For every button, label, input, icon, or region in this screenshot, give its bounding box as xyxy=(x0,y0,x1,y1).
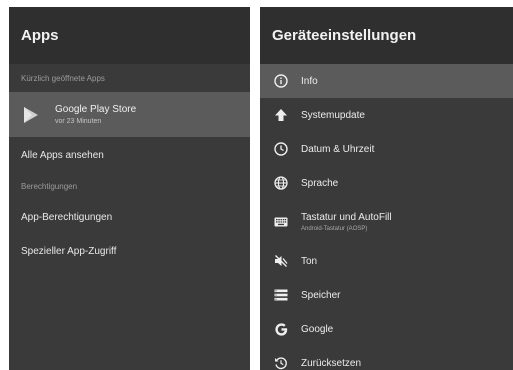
clock-icon xyxy=(272,140,290,158)
globe-icon xyxy=(272,174,290,192)
app-permissions-item[interactable]: App-Berechtigungen xyxy=(9,200,250,234)
recent-app-play-store[interactable]: Google Play Store vor 23 Minuten xyxy=(9,92,250,137)
arrow-up-icon xyxy=(272,106,290,124)
settings-item-sound[interactable]: Ton xyxy=(260,244,513,278)
recent-app-name: Google Play Store xyxy=(55,104,137,115)
settings-item-storage[interactable]: Speicher xyxy=(260,278,513,312)
apps-panel-title: Apps xyxy=(9,7,250,64)
recent-apps-section-label: Kürzlich geöffnete Apps xyxy=(21,73,105,83)
settings-item-label: Speicher xyxy=(301,289,341,301)
google-icon xyxy=(272,320,290,338)
keyboard-icon xyxy=(272,213,290,231)
reset-icon xyxy=(272,354,290,370)
volume-muted-icon xyxy=(272,252,290,270)
settings-item-label: Zurücksetzen xyxy=(301,357,362,369)
settings-item-language[interactable]: Sprache xyxy=(260,166,513,200)
apps-panel: Apps Kürzlich geöffnete Apps Google Play… xyxy=(9,7,250,370)
permissions-section-label: Berechtigungen xyxy=(21,181,78,191)
settings-item-subtitle: Android-Tastatur (AOSP) xyxy=(301,226,368,232)
settings-item-label: Ton xyxy=(301,255,318,267)
recent-app-time: vor 23 Minuten xyxy=(55,118,102,125)
settings-item-info[interactable]: Info xyxy=(260,64,513,98)
settings-item-keyboard[interactable]: Tastatur und AutoFill Android-Tastatur (… xyxy=(260,200,513,244)
settings-item-label: Info xyxy=(301,75,318,87)
settings-item-label: Datum & Uhrzeit xyxy=(301,143,375,155)
settings-item-label: Sprache xyxy=(301,177,339,189)
settings-item-date-time[interactable]: Datum & Uhrzeit xyxy=(260,132,513,166)
play-store-icon xyxy=(23,106,51,124)
settings-item-label: Tastatur und AutoFill xyxy=(301,212,392,223)
settings-item-system-update[interactable]: Systemupdate xyxy=(260,98,513,132)
see-all-apps[interactable]: Alle Apps ansehen xyxy=(9,138,250,172)
info-icon xyxy=(272,72,290,90)
settings-item-google[interactable]: Google xyxy=(260,312,513,346)
special-app-access-item[interactable]: Spezieller App-Zugriff xyxy=(9,234,250,268)
settings-item-label: Systemupdate xyxy=(301,109,365,121)
settings-item-label: Google xyxy=(301,323,334,335)
device-settings-panel: Geräteeinstellungen Info Systemupdate Da… xyxy=(260,7,513,370)
storage-icon xyxy=(272,286,290,304)
device-settings-title: Geräteeinstellungen xyxy=(260,7,513,64)
settings-item-reset[interactable]: Zurücksetzen xyxy=(260,346,513,370)
